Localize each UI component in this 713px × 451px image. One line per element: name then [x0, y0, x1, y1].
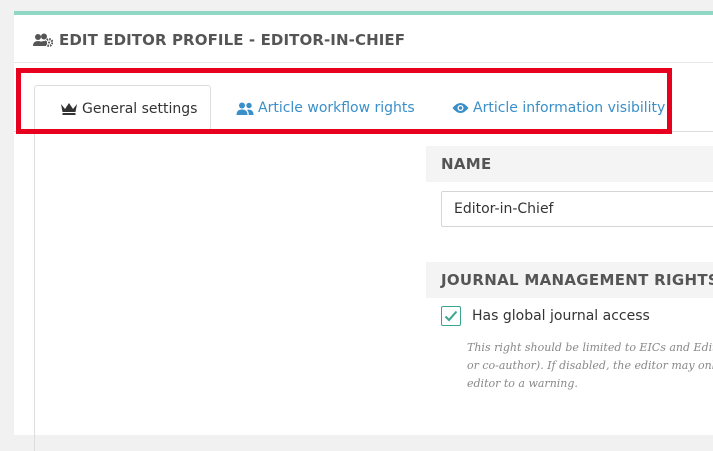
global-access-row[interactable]: Has global journal access — [441, 306, 650, 326]
tab-general-settings[interactable]: General settings — [34, 85, 211, 132]
tab-label: General settings — [82, 100, 198, 117]
global-access-checkbox[interactable] — [441, 306, 461, 326]
tabs-bar: General settings Article workflow rights — [14, 85, 713, 132]
tab-label: Article workflow rights — [258, 100, 415, 116]
tab-article-workflow-rights[interactable]: Article workflow rights — [236, 85, 415, 131]
users-icon — [236, 102, 254, 115]
global-access-label: Has global journal access — [472, 308, 650, 324]
name-section-heading: NAME — [426, 146, 713, 182]
help-line: editor to a warning. — [467, 377, 578, 390]
journal-rights-heading: JOURNAL MANAGEMENT RIGHTS — [426, 262, 713, 298]
help-line: This right should be limited to EICs and… — [467, 341, 713, 354]
panel-title-text: EDIT EDITOR PROFILE - EDITOR-IN-CHIEF — [59, 31, 406, 49]
eye-icon — [452, 102, 469, 114]
check-icon — [444, 310, 458, 322]
crown-icon — [60, 102, 78, 115]
global-access-help: This right should be limited to EICs and… — [467, 339, 713, 393]
tab-article-information-visibility[interactable]: Article information visibility — [452, 85, 665, 131]
help-line: or co-author). If disabled, the editor m… — [467, 359, 713, 372]
panel-header: EDIT EDITOR PROFILE - EDITOR-IN-CHIEF — [14, 15, 713, 63]
tab-label: Article information visibility — [473, 100, 666, 116]
users-cog-icon — [33, 33, 53, 47]
tab-content-border — [34, 131, 35, 451]
page-title: EDIT EDITOR PROFILE - EDITOR-IN-CHIEF — [33, 31, 405, 49]
profile-name-input[interactable] — [441, 191, 713, 227]
